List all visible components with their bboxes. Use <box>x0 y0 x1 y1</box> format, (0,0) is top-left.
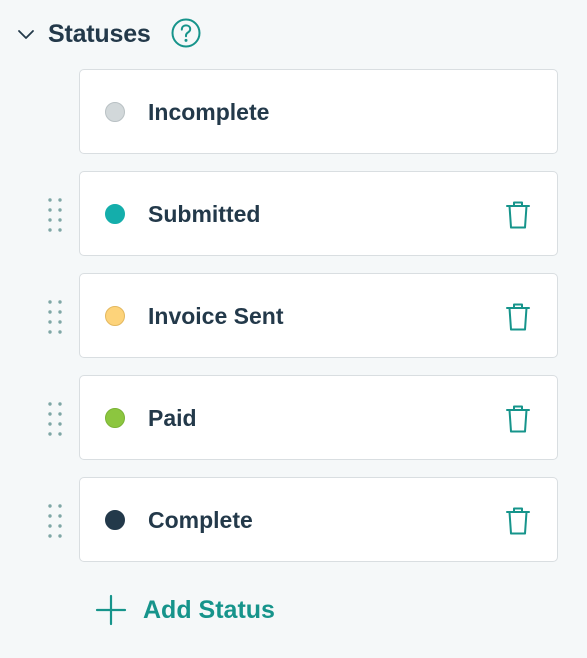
drag-handle-icon[interactable] <box>46 401 64 437</box>
chevron-down-icon[interactable] <box>16 24 36 44</box>
status-card[interactable]: Invoice Sent <box>79 273 558 358</box>
status-color-dot[interactable] <box>105 510 125 530</box>
status-label[interactable]: Complete <box>148 506 253 534</box>
status-card[interactable]: Paid <box>79 375 558 460</box>
status-label[interactable]: Invoice Sent <box>148 302 283 330</box>
drag-handle-icon[interactable] <box>46 299 64 335</box>
status-color-dot[interactable] <box>105 102 125 122</box>
section-title: Statuses <box>48 20 151 48</box>
help-icon[interactable] <box>170 17 202 49</box>
status-card[interactable]: Submitted <box>79 171 558 256</box>
status-label[interactable]: Incomplete <box>148 98 269 126</box>
status-card[interactable]: Incomplete <box>79 69 558 154</box>
status-color-dot[interactable] <box>105 204 125 224</box>
add-status-label: Add Status <box>143 596 275 624</box>
status-color-dot[interactable] <box>105 306 125 326</box>
plus-icon <box>95 594 127 626</box>
status-row: Submitted <box>0 171 587 259</box>
status-row: Complete <box>0 477 587 565</box>
status-label[interactable]: Submitted <box>148 200 260 228</box>
status-color-dot[interactable] <box>105 408 125 428</box>
add-status-button[interactable]: Add Status <box>95 590 295 630</box>
status-row: Incomplete <box>0 69 587 157</box>
drag-handle-icon[interactable] <box>46 197 64 233</box>
trash-icon[interactable] <box>504 404 532 434</box>
drag-handle-icon[interactable] <box>46 503 64 539</box>
status-row: Paid <box>0 375 587 463</box>
status-label[interactable]: Paid <box>148 404 197 432</box>
status-card[interactable]: Complete <box>79 477 558 562</box>
trash-icon[interactable] <box>504 200 532 230</box>
trash-icon[interactable] <box>504 302 532 332</box>
trash-icon[interactable] <box>504 506 532 536</box>
statuses-section-header: Statuses <box>0 0 587 66</box>
status-row: Invoice Sent <box>0 273 587 361</box>
